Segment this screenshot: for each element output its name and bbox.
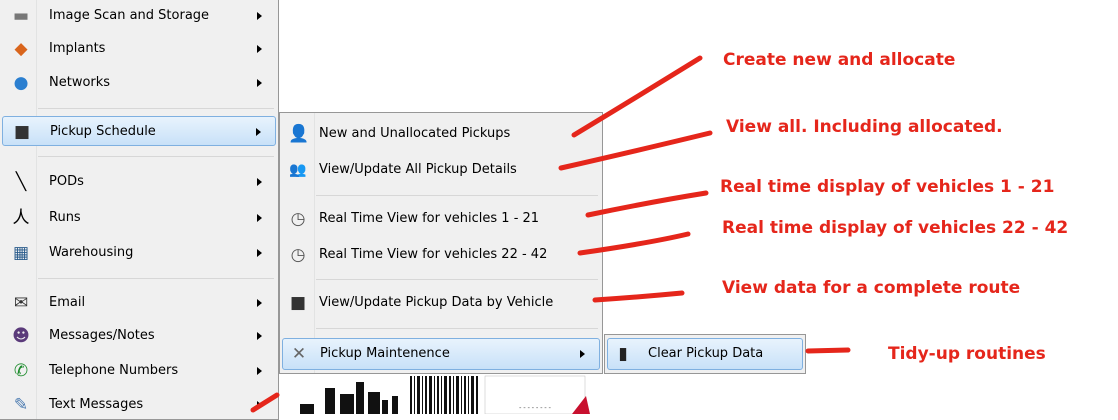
annotation-real-time-22-42: Real time display of vehicles 22 - 42 [722, 218, 1069, 238]
annotation-view-all: View all. Including allocated. [726, 117, 1003, 137]
annotation-stroke-vehicles-22-42 [577, 231, 691, 256]
annotation-tidy-up-routines: Tidy-up routines [888, 344, 1046, 364]
annotation-stroke-view-all [558, 130, 713, 171]
annotation-stroke-create-new [571, 55, 703, 138]
annotation-stroke-tidy-up [805, 347, 851, 354]
annotation-stroke-vehicles-1-21 [585, 190, 709, 218]
annotation-stroke-bottom [250, 392, 280, 413]
annotation-real-time-1-21: Real time display of vehicles 1 - 21 [720, 177, 1055, 197]
annotation-stroke-complete-route [592, 290, 685, 303]
annotation-create-new-and-allocate: Create new and allocate [723, 50, 956, 70]
annotation-view-complete-route: View data for a complete route [722, 278, 1021, 298]
